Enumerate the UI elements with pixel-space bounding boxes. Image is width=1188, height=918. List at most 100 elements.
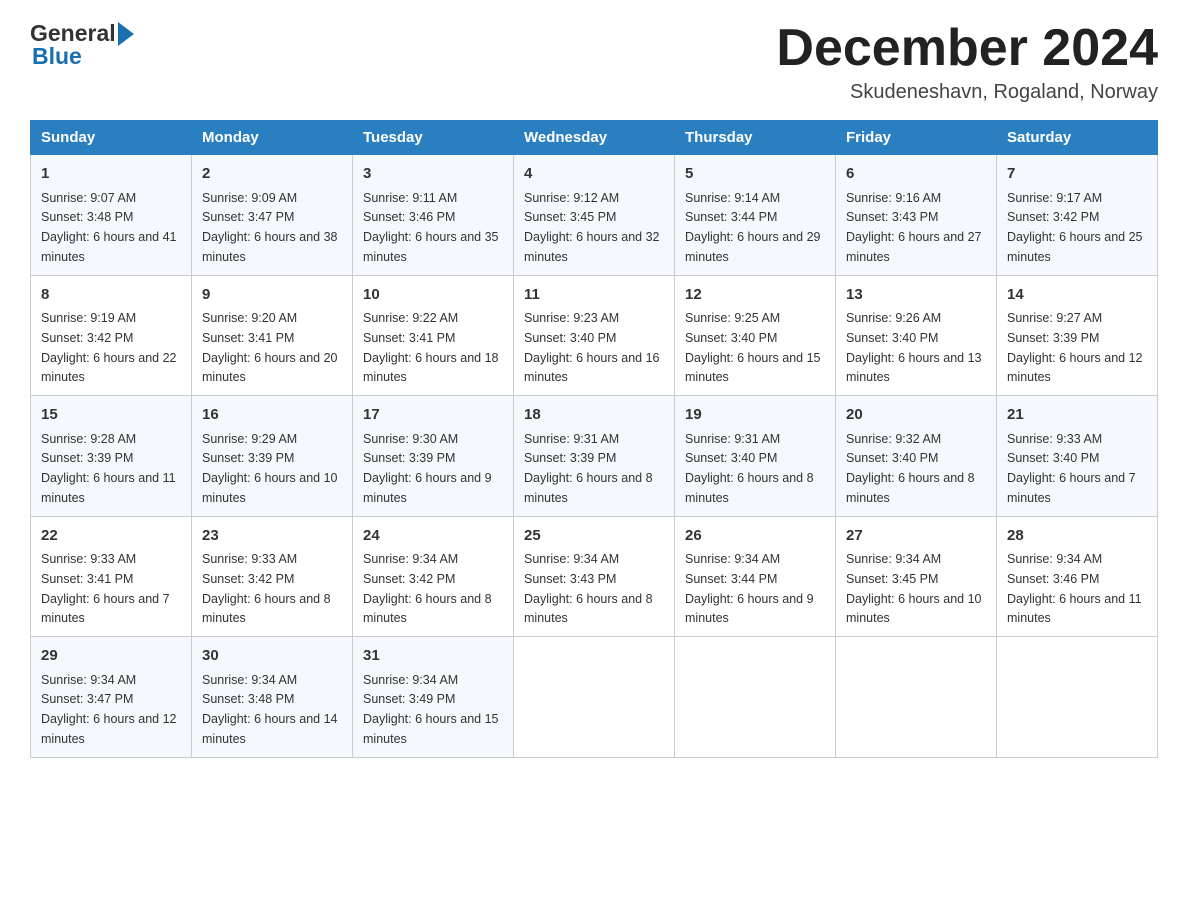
day-daylight: Daylight: 6 hours and 20 minutes xyxy=(202,351,338,385)
day-sunset: Sunset: 3:41 PM xyxy=(202,331,294,345)
day-daylight: Daylight: 6 hours and 8 minutes xyxy=(524,471,653,505)
day-number: 20 xyxy=(846,404,986,427)
day-number: 17 xyxy=(363,404,503,427)
day-sunset: Sunset: 3:46 PM xyxy=(1007,572,1099,586)
day-sunrise: Sunrise: 9:34 AM xyxy=(363,552,458,566)
day-sunrise: Sunrise: 9:26 AM xyxy=(846,311,941,325)
calendar-day-cell: 3 Sunrise: 9:11 AM Sunset: 3:46 PM Dayli… xyxy=(353,155,514,276)
calendar-day-cell: 10 Sunrise: 9:22 AM Sunset: 3:41 PM Dayl… xyxy=(353,275,514,396)
calendar-day-cell xyxy=(997,637,1158,758)
day-sunrise: Sunrise: 9:32 AM xyxy=(846,432,941,446)
calendar-day-cell: 26 Sunrise: 9:34 AM Sunset: 3:44 PM Dayl… xyxy=(675,516,836,637)
day-daylight: Daylight: 6 hours and 15 minutes xyxy=(685,351,821,385)
day-number: 31 xyxy=(363,645,503,668)
day-sunset: Sunset: 3:45 PM xyxy=(524,210,616,224)
logo: General Blue xyxy=(30,20,136,70)
calendar-day-cell: 18 Sunrise: 9:31 AM Sunset: 3:39 PM Dayl… xyxy=(514,396,675,517)
month-title: December 2024 xyxy=(776,20,1158,77)
calendar-week-row: 29 Sunrise: 9:34 AM Sunset: 3:47 PM Dayl… xyxy=(31,637,1158,758)
calendar-day-cell xyxy=(675,637,836,758)
day-sunset: Sunset: 3:39 PM xyxy=(1007,331,1099,345)
logo-arrow-icon xyxy=(118,22,134,46)
day-sunset: Sunset: 3:48 PM xyxy=(202,692,294,706)
day-number: 5 xyxy=(685,163,825,186)
day-sunrise: Sunrise: 9:33 AM xyxy=(202,552,297,566)
day-sunset: Sunset: 3:41 PM xyxy=(41,572,133,586)
col-wednesday: Wednesday xyxy=(514,121,675,155)
day-sunset: Sunset: 3:47 PM xyxy=(41,692,133,706)
day-sunrise: Sunrise: 9:29 AM xyxy=(202,432,297,446)
col-monday: Monday xyxy=(192,121,353,155)
day-sunrise: Sunrise: 9:12 AM xyxy=(524,191,619,205)
day-sunset: Sunset: 3:40 PM xyxy=(685,451,777,465)
calendar-table: Sunday Monday Tuesday Wednesday Thursday… xyxy=(30,120,1158,758)
calendar-day-cell: 22 Sunrise: 9:33 AM Sunset: 3:41 PM Dayl… xyxy=(31,516,192,637)
day-daylight: Daylight: 6 hours and 16 minutes xyxy=(524,351,660,385)
day-daylight: Daylight: 6 hours and 18 minutes xyxy=(363,351,499,385)
day-sunrise: Sunrise: 9:31 AM xyxy=(685,432,780,446)
day-sunrise: Sunrise: 9:34 AM xyxy=(202,673,297,687)
day-sunrise: Sunrise: 9:34 AM xyxy=(524,552,619,566)
day-sunset: Sunset: 3:39 PM xyxy=(524,451,616,465)
day-sunrise: Sunrise: 9:34 AM xyxy=(846,552,941,566)
day-number: 1 xyxy=(41,163,181,186)
col-friday: Friday xyxy=(836,121,997,155)
day-daylight: Daylight: 6 hours and 9 minutes xyxy=(363,471,492,505)
day-daylight: Daylight: 6 hours and 41 minutes xyxy=(41,230,177,264)
calendar-day-cell: 16 Sunrise: 9:29 AM Sunset: 3:39 PM Dayl… xyxy=(192,396,353,517)
page-header: General Blue December 2024 Skudeneshavn,… xyxy=(30,20,1158,104)
calendar-day-cell: 21 Sunrise: 9:33 AM Sunset: 3:40 PM Dayl… xyxy=(997,396,1158,517)
calendar-week-row: 15 Sunrise: 9:28 AM Sunset: 3:39 PM Dayl… xyxy=(31,396,1158,517)
calendar-day-cell xyxy=(514,637,675,758)
col-tuesday: Tuesday xyxy=(353,121,514,155)
day-daylight: Daylight: 6 hours and 8 minutes xyxy=(202,592,331,626)
day-sunset: Sunset: 3:41 PM xyxy=(363,331,455,345)
calendar-day-cell: 27 Sunrise: 9:34 AM Sunset: 3:45 PM Dayl… xyxy=(836,516,997,637)
day-sunset: Sunset: 3:49 PM xyxy=(363,692,455,706)
day-number: 2 xyxy=(202,163,342,186)
day-sunrise: Sunrise: 9:20 AM xyxy=(202,311,297,325)
day-daylight: Daylight: 6 hours and 8 minutes xyxy=(524,592,653,626)
col-saturday: Saturday xyxy=(997,121,1158,155)
calendar-week-row: 8 Sunrise: 9:19 AM Sunset: 3:42 PM Dayli… xyxy=(31,275,1158,396)
day-sunset: Sunset: 3:48 PM xyxy=(41,210,133,224)
calendar-day-cell: 13 Sunrise: 9:26 AM Sunset: 3:40 PM Dayl… xyxy=(836,275,997,396)
day-sunset: Sunset: 3:45 PM xyxy=(846,572,938,586)
day-sunrise: Sunrise: 9:34 AM xyxy=(41,673,136,687)
day-number: 28 xyxy=(1007,525,1147,548)
day-sunset: Sunset: 3:47 PM xyxy=(202,210,294,224)
day-daylight: Daylight: 6 hours and 12 minutes xyxy=(41,712,177,746)
day-daylight: Daylight: 6 hours and 12 minutes xyxy=(1007,351,1143,385)
calendar-day-cell xyxy=(836,637,997,758)
day-number: 16 xyxy=(202,404,342,427)
day-number: 18 xyxy=(524,404,664,427)
day-number: 30 xyxy=(202,645,342,668)
day-sunrise: Sunrise: 9:25 AM xyxy=(685,311,780,325)
day-daylight: Daylight: 6 hours and 11 minutes xyxy=(1007,592,1142,626)
logo-blue-text: Blue xyxy=(32,43,136,70)
day-number: 21 xyxy=(1007,404,1147,427)
day-daylight: Daylight: 6 hours and 35 minutes xyxy=(363,230,499,264)
day-number: 3 xyxy=(363,163,503,186)
calendar-day-cell: 15 Sunrise: 9:28 AM Sunset: 3:39 PM Dayl… xyxy=(31,396,192,517)
day-sunrise: Sunrise: 9:22 AM xyxy=(363,311,458,325)
calendar-day-cell: 23 Sunrise: 9:33 AM Sunset: 3:42 PM Dayl… xyxy=(192,516,353,637)
day-daylight: Daylight: 6 hours and 8 minutes xyxy=(363,592,492,626)
day-number: 19 xyxy=(685,404,825,427)
day-sunrise: Sunrise: 9:09 AM xyxy=(202,191,297,205)
day-sunrise: Sunrise: 9:17 AM xyxy=(1007,191,1102,205)
day-daylight: Daylight: 6 hours and 32 minutes xyxy=(524,230,660,264)
day-daylight: Daylight: 6 hours and 10 minutes xyxy=(202,471,338,505)
calendar-day-cell: 5 Sunrise: 9:14 AM Sunset: 3:44 PM Dayli… xyxy=(675,155,836,276)
day-sunset: Sunset: 3:39 PM xyxy=(41,451,133,465)
day-sunset: Sunset: 3:39 PM xyxy=(363,451,455,465)
day-number: 9 xyxy=(202,284,342,307)
day-daylight: Daylight: 6 hours and 8 minutes xyxy=(846,471,975,505)
day-number: 29 xyxy=(41,645,181,668)
day-daylight: Daylight: 6 hours and 9 minutes xyxy=(685,592,814,626)
day-sunset: Sunset: 3:42 PM xyxy=(363,572,455,586)
calendar-day-cell: 9 Sunrise: 9:20 AM Sunset: 3:41 PM Dayli… xyxy=(192,275,353,396)
day-sunrise: Sunrise: 9:34 AM xyxy=(363,673,458,687)
day-number: 7 xyxy=(1007,163,1147,186)
day-sunrise: Sunrise: 9:23 AM xyxy=(524,311,619,325)
